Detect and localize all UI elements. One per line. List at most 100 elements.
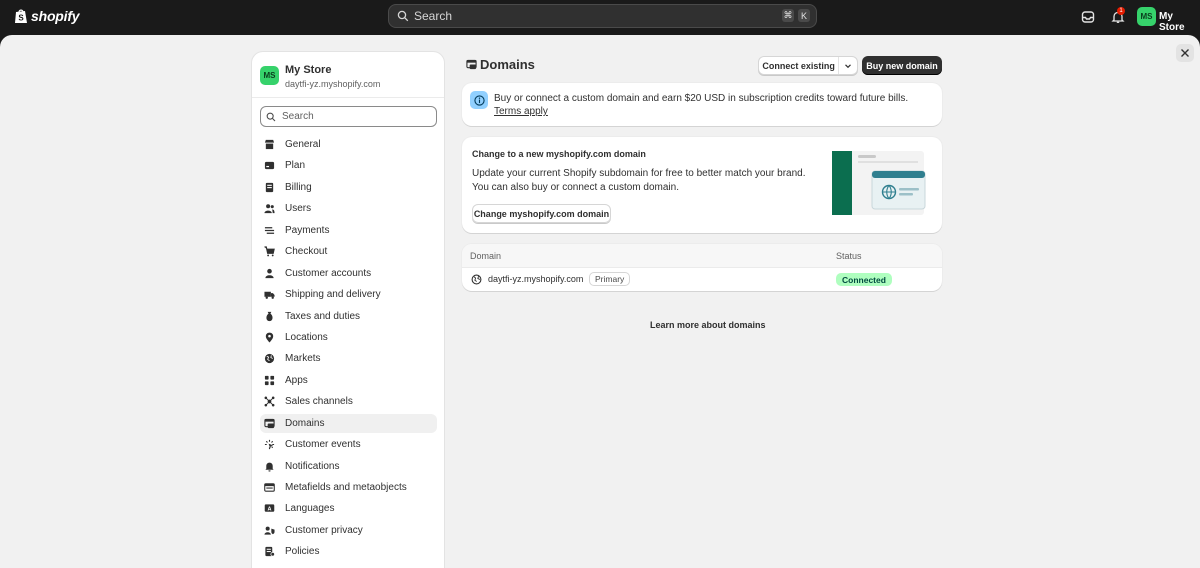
sidebar-item-label: Customer privacy — [285, 524, 363, 536]
apps-icon — [264, 375, 275, 385]
domains-table: Domain Status daytfi-yz.myshopify.com Pr… — [462, 244, 942, 291]
table-row[interactable]: daytfi-yz.myshopify.com Primary Connecte… — [462, 268, 942, 291]
search-placeholder: Search — [414, 9, 453, 23]
sidebar-item-users[interactable]: Users — [260, 199, 437, 218]
domain-name[interactable]: daytfi-yz.myshopify.com — [488, 274, 583, 284]
column-header-domain: Domain — [470, 251, 502, 261]
sidebar-item-customer-privacy[interactable]: Customer privacy — [260, 521, 437, 540]
search-icon — [397, 10, 409, 22]
shortcut-k-key: K — [798, 9, 810, 22]
sidebar-item-label: Locations — [285, 331, 328, 343]
table-header: Domain Status — [462, 244, 942, 268]
sidebar-item-checkout[interactable]: Checkout — [260, 242, 437, 261]
page-header: Domains — [466, 57, 535, 72]
sidebar-item-label: Customer accounts — [285, 267, 372, 279]
store-menu-name[interactable]: My Store — [1159, 11, 1200, 33]
change-subdomain-card: Change to a new myshopify.com domain Upd… — [462, 137, 942, 233]
page-title: Domains — [480, 57, 535, 72]
sidebar-item-label: Languages — [285, 503, 335, 515]
sidebar-item-sales-channels[interactable]: Sales channels — [260, 392, 437, 411]
plan-icon — [264, 162, 275, 170]
buy-new-domain-button[interactable]: Buy new domain — [862, 56, 942, 75]
info-icon — [470, 91, 488, 109]
events-icon — [264, 440, 275, 450]
card-description-line1: Update your current Shopify subdomain fo… — [472, 168, 806, 179]
sidebar-item-policies[interactable]: Policies — [260, 542, 437, 561]
metafields-icon — [264, 483, 275, 492]
primary-badge: Primary — [589, 272, 631, 286]
sidebar-item-label: Domains — [285, 417, 325, 429]
connect-existing-button[interactable]: Connect existing — [759, 61, 838, 71]
sidebar-item-label: Checkout — [285, 246, 328, 258]
settings-nav: General Plan Billing Users Payments Chec… — [260, 135, 437, 564]
sidebar-item-label: General — [285, 139, 321, 150]
sidebar-item-label: Policies — [285, 546, 320, 558]
settings-panel: MS My Store daytfi-yz.myshopify.com Sear… — [0, 35, 1200, 568]
banner-text: Buy or connect a custom domain and earn … — [494, 93, 909, 104]
users-icon — [264, 204, 275, 214]
notification-count-badge: 1 — [1117, 7, 1125, 15]
sidebar-item-label: Metafields and metaobjects — [285, 482, 407, 493]
inbox-icon[interactable] — [1080, 9, 1096, 25]
close-icon — [1181, 49, 1189, 57]
store-icon — [264, 139, 275, 150]
domain-icon — [264, 418, 275, 428]
sidebar-item-domains[interactable]: Domains — [260, 413, 437, 433]
sidebar-item-label: Shipping and delivery — [285, 289, 381, 301]
settings-search-input[interactable]: Search — [260, 106, 437, 127]
sidebar-item-apps[interactable]: Apps — [260, 371, 437, 390]
settings-sidebar: MS My Store daytfi-yz.myshopify.com Sear… — [251, 51, 445, 568]
global-search-input[interactable]: Search ⌘ K — [388, 4, 817, 28]
card-title: Change to a new myshopify.com domain — [472, 149, 646, 159]
change-myshopify-domain-button[interactable]: Change myshopify.com domain — [472, 204, 611, 223]
card-description-line2: You can also buy or connect a custom dom… — [472, 182, 679, 193]
sidebar-item-metafields[interactable]: Metafields and metaobjects — [260, 478, 437, 497]
tax-icon — [266, 311, 273, 321]
sidebar-item-plan[interactable]: Plan — [260, 156, 437, 175]
sidebar-item-markets[interactable]: Markets — [260, 349, 437, 368]
privacy-icon — [264, 526, 275, 535]
svg-text:S: S — [18, 14, 24, 23]
sidebar-item-shipping[interactable]: Shipping and delivery — [260, 285, 437, 304]
sidebar-item-label: Billing — [285, 181, 312, 193]
sidebar-item-label: Users — [285, 203, 312, 215]
sidebar-item-label: Customer events — [285, 439, 361, 451]
sidebar-item-taxes[interactable]: Taxes and duties — [260, 307, 437, 326]
person-icon — [265, 268, 274, 278]
close-settings-button[interactable] — [1176, 44, 1194, 62]
terms-apply-link[interactable]: Terms apply — [494, 106, 548, 117]
sidebar-item-billing[interactable]: Billing — [260, 178, 437, 197]
globe-icon — [264, 354, 275, 364]
domain-illustration — [832, 151, 926, 215]
globe-icon — [471, 274, 482, 285]
shopify-logo[interactable]: S shopify — [14, 8, 80, 24]
store-avatar[interactable]: MS — [1137, 7, 1156, 26]
sidebar-item-locations[interactable]: Locations — [260, 328, 437, 347]
sidebar-item-customer-events[interactable]: Customer events — [260, 435, 437, 454]
sidebar-item-payments[interactable]: Payments — [260, 221, 437, 240]
truck-icon — [264, 291, 275, 299]
sidebar-item-general[interactable]: General — [260, 135, 437, 154]
settings-search-placeholder: Search — [282, 111, 314, 122]
sidebar-item-label: Taxes and duties — [285, 310, 361, 322]
status-badge: Connected — [836, 273, 892, 286]
brand-name: shopify — [31, 8, 80, 24]
sidebar-store-header: MS My Store daytfi-yz.myshopify.com — [260, 64, 380, 89]
sidebar-item-label: Plan — [285, 160, 306, 172]
sidebar-item-languages[interactable]: A Languages — [260, 499, 437, 518]
connect-options-button[interactable] — [839, 62, 857, 70]
billing-icon — [265, 182, 274, 192]
sidebar-item-label: Markets — [285, 353, 321, 365]
sidebar-item-customer-accounts[interactable]: Customer accounts — [260, 264, 437, 283]
svg-text:A: A — [268, 507, 272, 513]
sidebar-item-label: Apps — [285, 374, 308, 386]
sidebar-item-label: Payments — [285, 224, 330, 236]
store-avatar: MS — [260, 66, 279, 85]
language-icon: A — [264, 504, 275, 513]
learn-more-domains-link[interactable]: Learn more about domains — [650, 320, 766, 330]
sidebar-store-name: My Store — [285, 64, 332, 76]
search-icon — [266, 112, 276, 121]
sidebar-item-notifications[interactable]: Notifications — [260, 457, 437, 476]
top-bar: S shopify Search ⌘ K 1 MS My Store — [0, 0, 1200, 35]
shortcut-cmd-key: ⌘ — [782, 9, 794, 22]
